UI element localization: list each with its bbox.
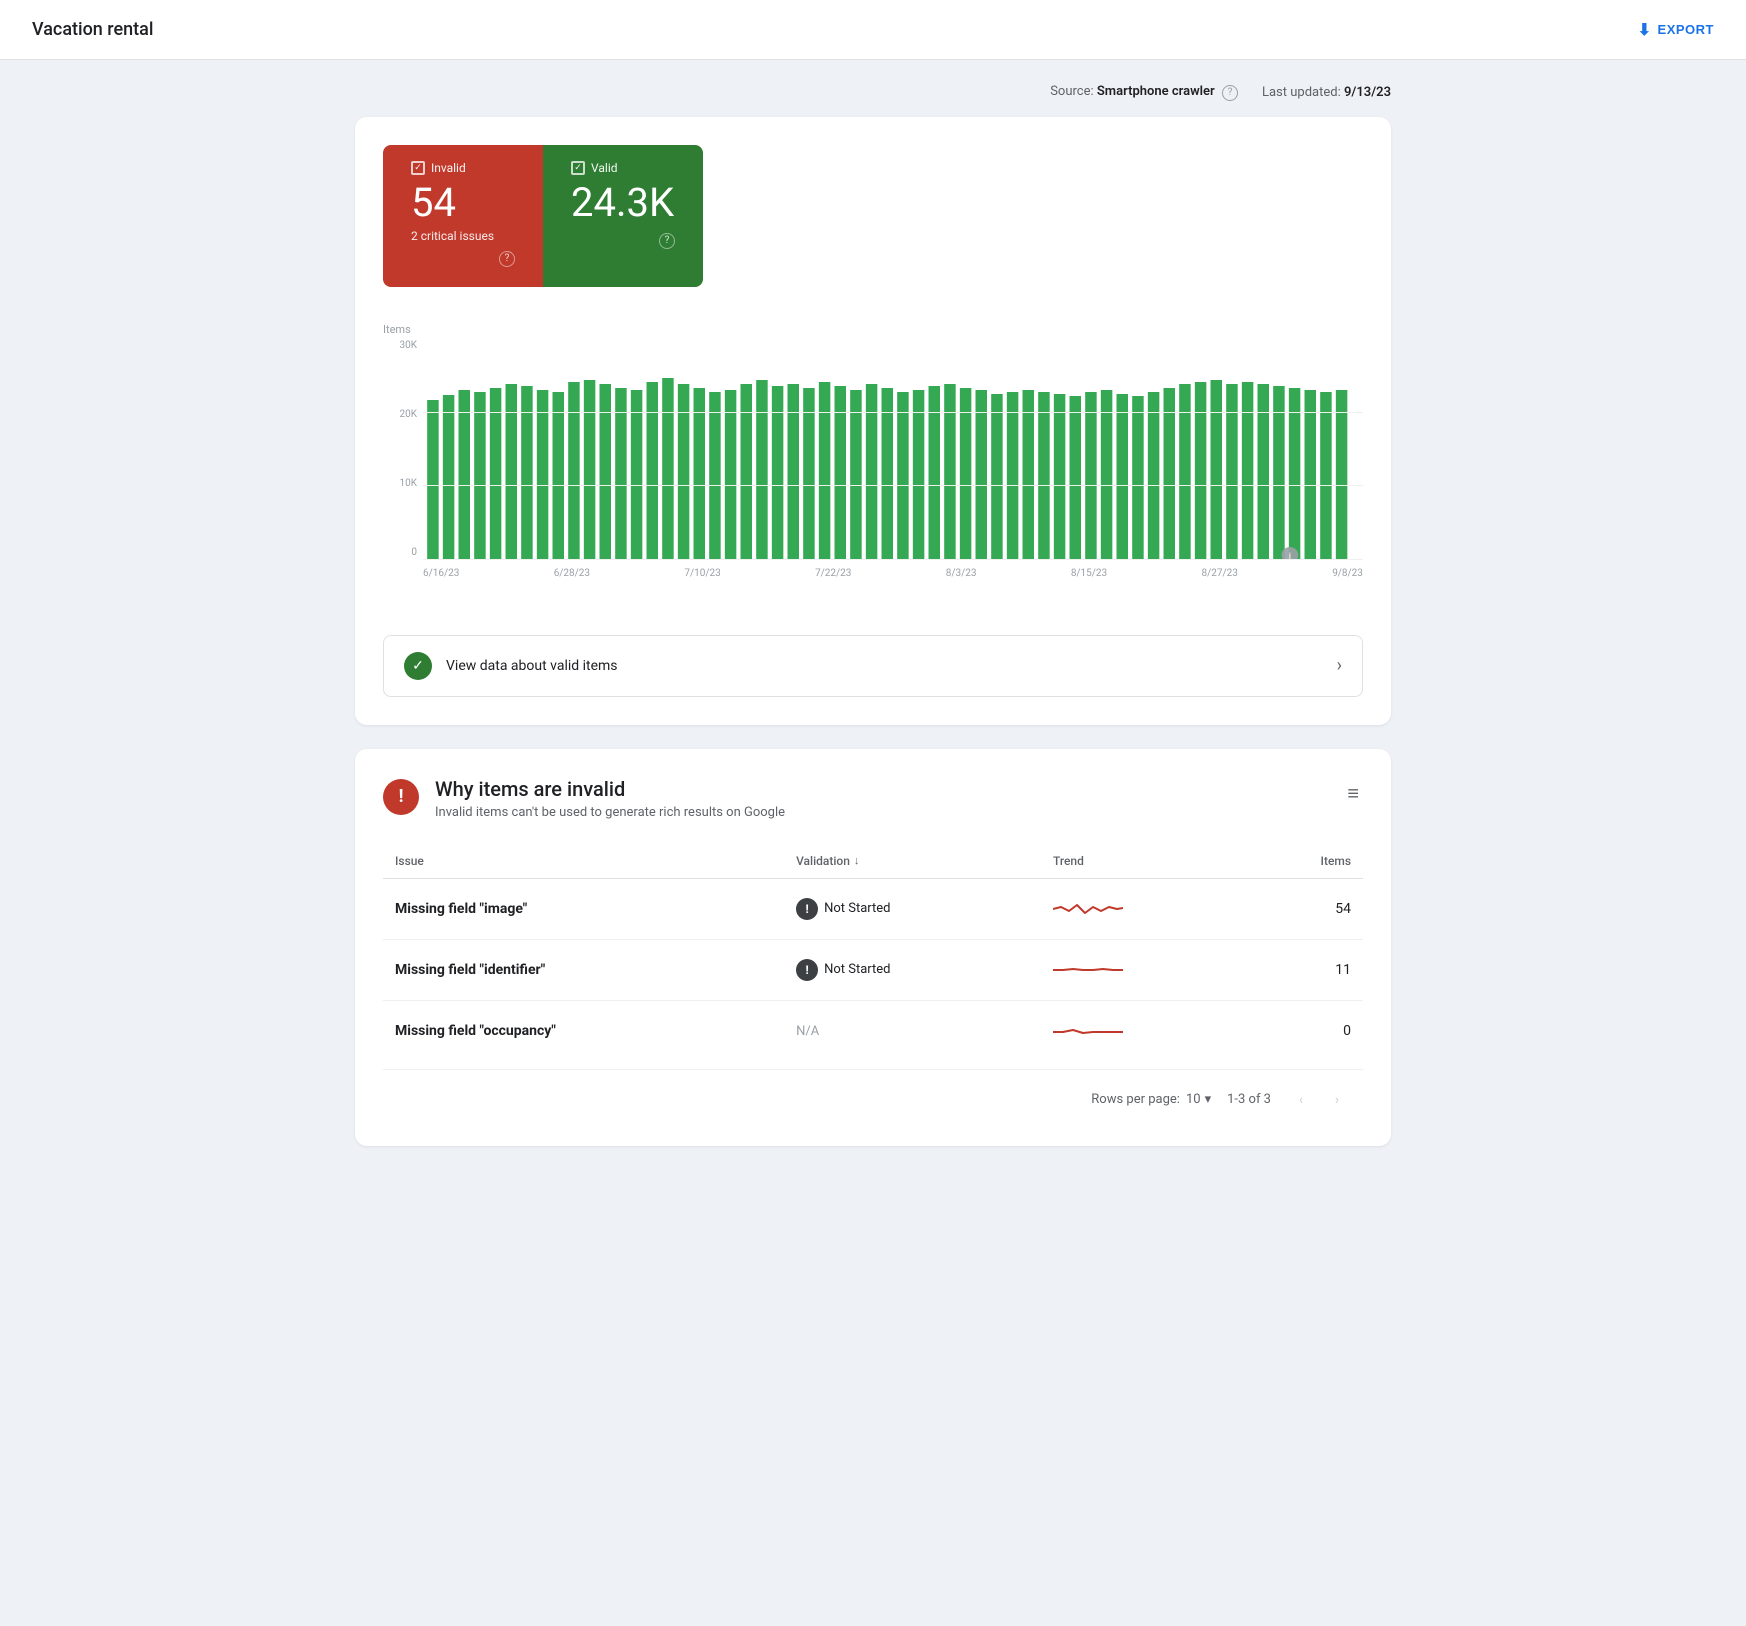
table-row: Missing field "image" ! Not Started 54 (383, 878, 1363, 939)
td-items-1: 54 (1245, 878, 1363, 939)
table-header-row: Issue Validation ↓ Trend Items (383, 844, 1363, 879)
y-tick-30k: 30K (383, 340, 423, 351)
tile-invalid-label: ✓ Invalid (411, 161, 515, 175)
sparkline-2 (1053, 958, 1123, 982)
valid-count: 24.3K (571, 181, 675, 225)
not-started-icon-1: ! (796, 898, 818, 920)
table-body: Missing field "image" ! Not Started 54 (383, 878, 1363, 1061)
y-tick-20k: 20K (383, 409, 423, 420)
chevron-right-icon: › (1337, 655, 1342, 676)
view-data-label: View data about valid items (446, 658, 618, 674)
td-issue-3: Missing field "occupancy" (383, 1000, 784, 1061)
x-tick-6: 8/15/23 (1071, 568, 1107, 579)
invalid-card: ! Why items are invalid Invalid items ca… (355, 749, 1391, 1146)
invalid-title-block: Why items are invalid Invalid items can'… (435, 777, 785, 820)
view-data-left: ✓ View data about valid items (404, 652, 618, 680)
x-tick-2: 6/28/23 (554, 568, 590, 579)
td-trend-3 (1041, 1000, 1245, 1061)
th-validation: Validation ↓ (784, 844, 1041, 879)
td-validation-1: ! Not Started (784, 878, 1041, 939)
valid-help-icon[interactable]: ? (659, 233, 675, 249)
td-issue-2: Missing field "identifier" (383, 939, 784, 1000)
top-bar: Vacation rental ⬇ EXPORT (0, 0, 1746, 60)
main-chart-card: ✓ Invalid 54 2 critical issues ? ✓ Valid… (355, 117, 1391, 725)
status-tiles: ✓ Invalid 54 2 critical issues ? ✓ Valid… (383, 145, 703, 287)
invalid-title: Why items are invalid (435, 777, 785, 801)
source-row: Source: Smartphone crawler ? Last update… (355, 84, 1391, 101)
validation-badge-2: ! Not Started (796, 959, 890, 981)
td-validation-2: ! Not Started (784, 939, 1041, 1000)
td-trend-1 (1041, 878, 1245, 939)
table-header: Issue Validation ↓ Trend Items (383, 844, 1363, 879)
page-title: Vacation rental (32, 19, 153, 40)
th-trend: Trend (1041, 844, 1245, 879)
invalid-header-left: ! Why items are invalid Invalid items ca… (383, 777, 785, 820)
rows-per-page: Rows per page: 10 ▾ (1091, 1092, 1211, 1107)
bars-chart-svg: i (423, 340, 1363, 560)
sort-down-icon: ↓ (854, 854, 860, 867)
table-row: Missing field "occupancy" N/A 0 (383, 1000, 1363, 1061)
chart-x-axis: 6/16/23 6/28/23 7/10/23 7/22/23 8/3/23 8… (423, 560, 1363, 579)
export-icon: ⬇ (1638, 20, 1652, 40)
chart-y-label: Items (383, 323, 1363, 336)
filter-icon[interactable]: ≡ (1343, 777, 1363, 810)
td-trend-2 (1041, 939, 1245, 1000)
x-tick-1: 6/16/23 (423, 568, 459, 579)
th-issue: Issue (383, 844, 784, 879)
source-help-icon[interactable]: ? (1222, 85, 1238, 101)
tile-valid-label: ✓ Valid (571, 161, 675, 175)
issues-table: Issue Validation ↓ Trend Items Missing (383, 844, 1363, 1061)
invalid-count: 54 (411, 181, 515, 225)
last-updated-info: Last updated: 9/13/23 (1262, 85, 1391, 100)
sparkline-3 (1053, 1019, 1123, 1043)
th-items: Items (1245, 844, 1363, 879)
view-data-icon: ✓ (404, 652, 432, 680)
y-tick-10k: 10K (383, 478, 423, 489)
tile-invalid: ✓ Invalid 54 2 critical issues ? (383, 145, 543, 287)
chart-y-axis: 0 10K 20K 30K (383, 340, 423, 560)
x-tick-3: 7/10/23 (684, 568, 720, 579)
validation-badge-1: ! Not Started (796, 898, 890, 920)
y-tick-0: 0 (383, 547, 423, 558)
page-info: 1-3 of 3 (1227, 1092, 1271, 1107)
page-nav: ‹ › (1287, 1086, 1351, 1114)
chart-container: Items 0 10K 20K 30K (383, 315, 1363, 619)
x-tick-8: 9/8/23 (1332, 568, 1363, 579)
invalid-help-icon[interactable]: ? (499, 251, 515, 267)
svg-text:i: i (1289, 551, 1291, 560)
export-button[interactable]: ⬇ EXPORT (1638, 20, 1714, 40)
view-data-row[interactable]: ✓ View data about valid items › (383, 635, 1363, 697)
next-page-button[interactable]: › (1323, 1086, 1351, 1114)
chart-bars-wrapper: i (423, 340, 1363, 560)
td-items-2: 11 (1245, 939, 1363, 1000)
x-tick-4: 7/22/23 (815, 568, 851, 579)
prev-page-button[interactable]: ‹ (1287, 1086, 1315, 1114)
x-tick-5: 8/3/23 (946, 568, 977, 579)
error-circle-icon: ! (383, 779, 419, 815)
table-footer: Rows per page: 10 ▾ 1-3 of 3 ‹ › (383, 1069, 1363, 1118)
main-content: Source: Smartphone crawler ? Last update… (323, 60, 1423, 1170)
invalid-subtitle: 2 critical issues (411, 229, 515, 243)
chart-area: 0 10K 20K 30K (383, 340, 1363, 560)
validation-na: N/A (796, 1024, 819, 1039)
valid-check-icon: ✓ (571, 161, 585, 175)
td-items-3: 0 (1245, 1000, 1363, 1061)
source-info: Source: Smartphone crawler ? (1050, 84, 1238, 101)
sparkline-1 (1053, 897, 1123, 921)
table-row: Missing field "identifier" ! Not Started (383, 939, 1363, 1000)
invalid-header: ! Why items are invalid Invalid items ca… (383, 777, 1363, 820)
invalid-subtitle: Invalid items can't be used to generate … (435, 805, 785, 820)
tile-valid: ✓ Valid 24.3K ? (543, 145, 703, 287)
x-tick-7: 8/27/23 (1202, 568, 1238, 579)
td-validation-3: N/A (784, 1000, 1041, 1061)
rows-per-page-select[interactable]: 10 ▾ (1186, 1092, 1211, 1107)
td-issue-1: Missing field "image" (383, 878, 784, 939)
invalid-check-icon: ✓ (411, 161, 425, 175)
dropdown-arrow-icon: ▾ (1205, 1092, 1212, 1107)
not-started-icon-2: ! (796, 959, 818, 981)
